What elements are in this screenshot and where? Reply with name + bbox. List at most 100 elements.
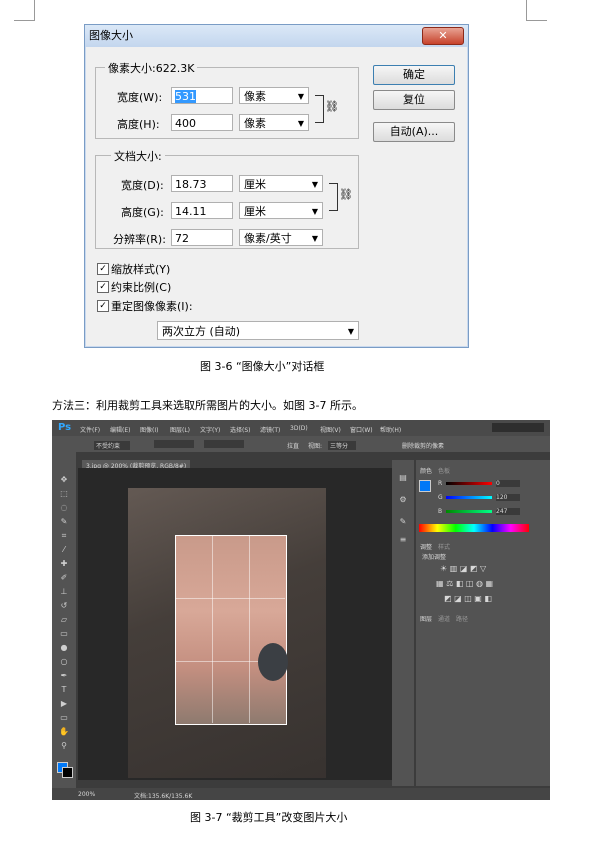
width-box[interactable] [154, 440, 194, 448]
resolution-unit: 像素/英寸 [244, 232, 292, 245]
tab-color[interactable]: 颜色 [420, 466, 432, 475]
crop-grid-v1 [212, 535, 213, 723]
resolution-label: 分辨率(R): [113, 233, 166, 246]
tab-swatches[interactable]: 色板 [438, 466, 450, 475]
stamp-tool-icon[interactable]: ⊥ [59, 588, 69, 596]
constrain-checkbox[interactable]: ✓ [97, 281, 109, 293]
ok-button[interactable]: 确定 [373, 65, 455, 85]
dialog-title: 图像大小 [89, 29, 133, 42]
eraser-tool-icon[interactable]: ▱ [59, 616, 69, 624]
ps-menu-item[interactable]: 图层(L) [170, 425, 190, 434]
g-value[interactable]: 120 [496, 494, 520, 501]
height-unit-select[interactable]: 像素 ▼ [239, 114, 309, 131]
move-tool-icon[interactable]: ✥ [59, 476, 69, 484]
fg-color-chip[interactable] [419, 480, 431, 492]
ps-menu-item[interactable]: 文字(Y) [200, 425, 220, 434]
properties-panel-icon[interactable]: ⚙ [398, 496, 408, 504]
ps-menu-item[interactable]: 滤镜(T) [260, 425, 280, 434]
resolution-input[interactable]: 72 [171, 229, 233, 246]
doc-height-input[interactable]: 14.11 [171, 202, 233, 219]
height-unit: 像素 [244, 117, 266, 130]
ps-menu-item[interactable]: 图像(I) [140, 425, 158, 434]
tab-adjustments[interactable]: 调整 [420, 542, 432, 551]
gradient-tool-icon[interactable]: ▭ [59, 630, 69, 638]
r-value[interactable]: 0 [496, 480, 520, 487]
brush-tool-icon[interactable]: ✐ [59, 574, 69, 582]
r-slider[interactable] [446, 482, 492, 485]
dialog-titlebar: 图像大小 ✕ [85, 25, 468, 47]
straighten-label[interactable]: 拉直 [287, 441, 299, 450]
resample-method-select[interactable]: 两次立方 (自动) ▼ [157, 321, 359, 340]
width-value: 531 [175, 90, 196, 103]
zoom-value[interactable]: 200% [78, 791, 95, 798]
crop-tool-icon[interactable]: ⌗ [59, 532, 69, 540]
tab-paths[interactable]: 路径 [456, 614, 468, 623]
healing-tool-icon[interactable]: ✚ [59, 560, 69, 568]
adjustment-icons-row1[interactable]: ☀ ▥ ◪ ◩ ▽ [440, 564, 486, 573]
width-unit-select[interactable]: 像素 ▼ [239, 87, 309, 104]
dodge-tool-icon[interactable]: ○ [59, 658, 69, 666]
paragraph: 方法三：利用裁剪工具来选取所需图片的大小。如图 3-7 所示。 [52, 399, 363, 412]
window-controls[interactable] [492, 423, 544, 432]
hand-tool-icon[interactable]: ✋ [59, 728, 69, 736]
doc-height-unit-select[interactable]: 厘米 ▼ [239, 202, 323, 219]
auto-button[interactable]: 自动(A)... [373, 122, 455, 142]
tab-layers[interactable]: 图层 [420, 614, 432, 623]
zoom-tool-icon[interactable]: ⚲ [59, 742, 69, 750]
photoshop-window: Ps 文件(F) 编辑(E) 图像(I) 图层(L) 文字(Y) 选择(S) 滤镜(T) 3D… [52, 420, 550, 800]
lasso-tool-icon[interactable]: ◌ [59, 504, 69, 512]
tab-channels[interactable]: 通道 [438, 614, 450, 623]
chevron-down-icon: ▼ [311, 234, 318, 243]
resolution-unit-select[interactable]: 像素/英寸 ▼ [239, 229, 323, 246]
pen-tool-icon[interactable]: ✒ [59, 672, 69, 680]
scale-styles-checkbox[interactable]: ✓ [97, 263, 109, 275]
type-tool-icon[interactable]: T [59, 686, 69, 694]
close-button[interactable]: ✕ [422, 27, 464, 45]
ps-menu-item[interactable]: 选择(S) [230, 425, 251, 434]
brush-panel-icon[interactable]: ✎ [398, 518, 408, 526]
g-slider[interactable] [446, 496, 492, 499]
corner-mark-top-right [526, 0, 547, 21]
view-select[interactable]: 三等分 [328, 441, 357, 450]
doc-width-label: 宽度(D): [121, 179, 164, 192]
width-input[interactable]: 531 [171, 87, 233, 104]
tab-styles[interactable]: 样式 [438, 542, 450, 551]
crop-area-photo[interactable] [175, 535, 287, 725]
canvas-area[interactable] [78, 468, 392, 780]
quick-select-tool-icon[interactable]: ✎ [59, 518, 69, 526]
doc-width-unit-select[interactable]: 厘米 ▼ [239, 175, 323, 192]
eyedropper-tool-icon[interactable]: ⁄ [59, 546, 69, 554]
b-value[interactable]: 247 [496, 508, 520, 515]
shape-tool-icon[interactable]: ▭ [59, 714, 69, 722]
background-color-swatch[interactable] [62, 767, 73, 778]
marquee-tool-icon[interactable]: ⬚ [59, 490, 69, 498]
height-box[interactable] [204, 440, 244, 448]
height-input[interactable]: 400 [171, 114, 233, 131]
ratio-select[interactable]: 不受约束 [94, 441, 131, 450]
adjust-panel-icon[interactable]: ≡ [398, 536, 408, 544]
resample-label: 重定图像像素(I): [111, 300, 193, 313]
ps-menu-item[interactable]: 编辑(E) [110, 425, 130, 434]
b-slider[interactable] [446, 510, 492, 513]
g-label: G [438, 494, 443, 501]
color-spectrum-bar[interactable] [419, 524, 529, 532]
ps-menu-item[interactable]: 帮助(H) [380, 425, 401, 434]
delete-cropped-label[interactable]: 删除裁剪的像素 [402, 441, 444, 450]
reset-button[interactable]: 复位 [373, 90, 455, 110]
history-brush-tool-icon[interactable]: ↺ [59, 602, 69, 610]
ps-menu-item[interactable]: 文件(F) [80, 425, 100, 434]
history-panel-icon[interactable]: ▤ [398, 474, 408, 482]
adjustment-icons-row3[interactable]: ◩ ◪ ◫ ▣ ◧ [444, 594, 492, 603]
adjustment-icons-row2[interactable]: ▦ ⚖ ◧ ◫ ◍ ▦ [436, 579, 493, 588]
bag-shape [258, 643, 288, 681]
blur-tool-icon[interactable]: ● [59, 644, 69, 652]
doc-width-input[interactable]: 18.73 [171, 175, 233, 192]
corner-mark-top-left [14, 0, 35, 21]
constrain-label: 约束比例(C) [111, 281, 172, 294]
ps-menu-item[interactable]: 窗口(W) [350, 425, 373, 434]
resample-checkbox[interactable]: ✓ [97, 300, 109, 312]
width-unit: 像素 [244, 90, 266, 103]
ps-menu-item[interactable]: 视图(V) [320, 425, 341, 434]
ps-menu-item[interactable]: 3D(D) [290, 425, 308, 432]
path-select-tool-icon[interactable]: ▶ [59, 700, 69, 708]
